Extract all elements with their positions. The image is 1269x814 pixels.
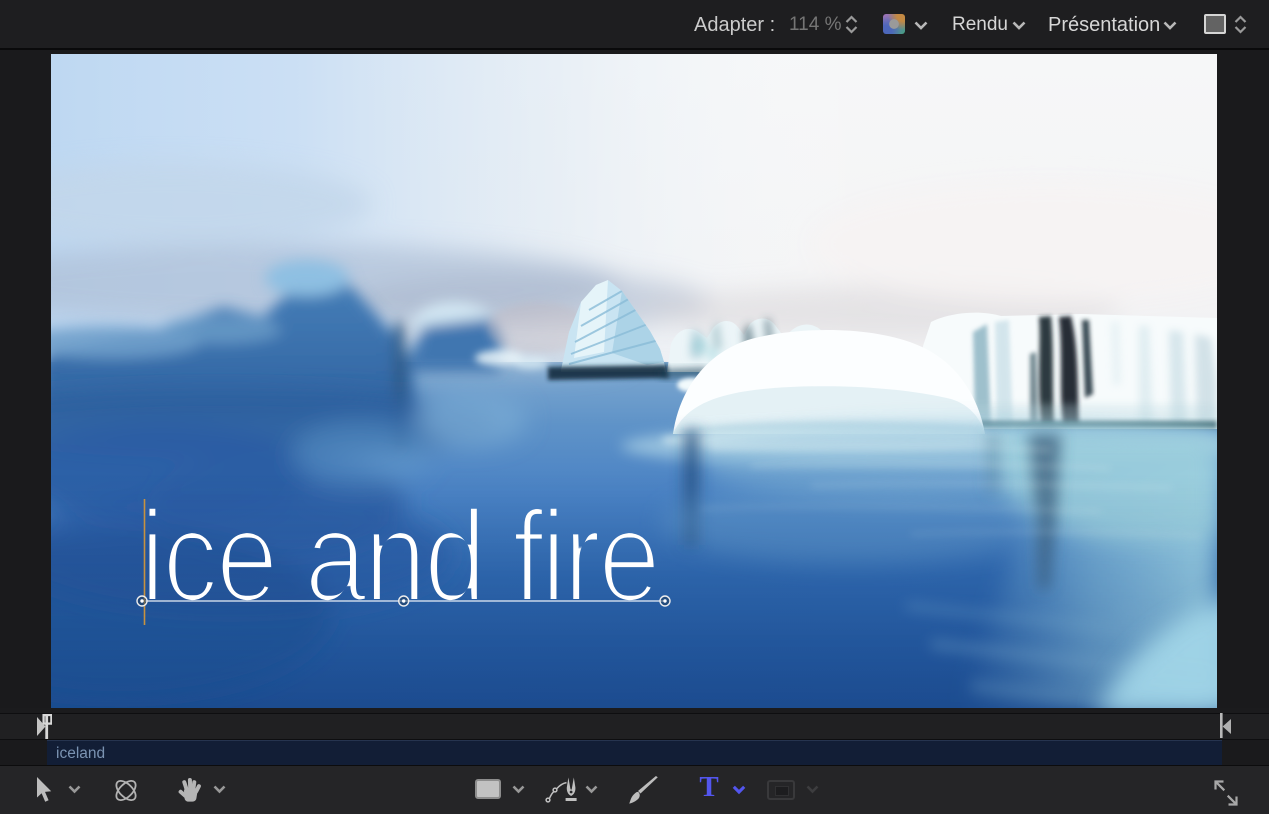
svg-text:T: T bbox=[699, 772, 718, 802]
svg-text:ice and fire: ice and fire bbox=[140, 483, 658, 629]
